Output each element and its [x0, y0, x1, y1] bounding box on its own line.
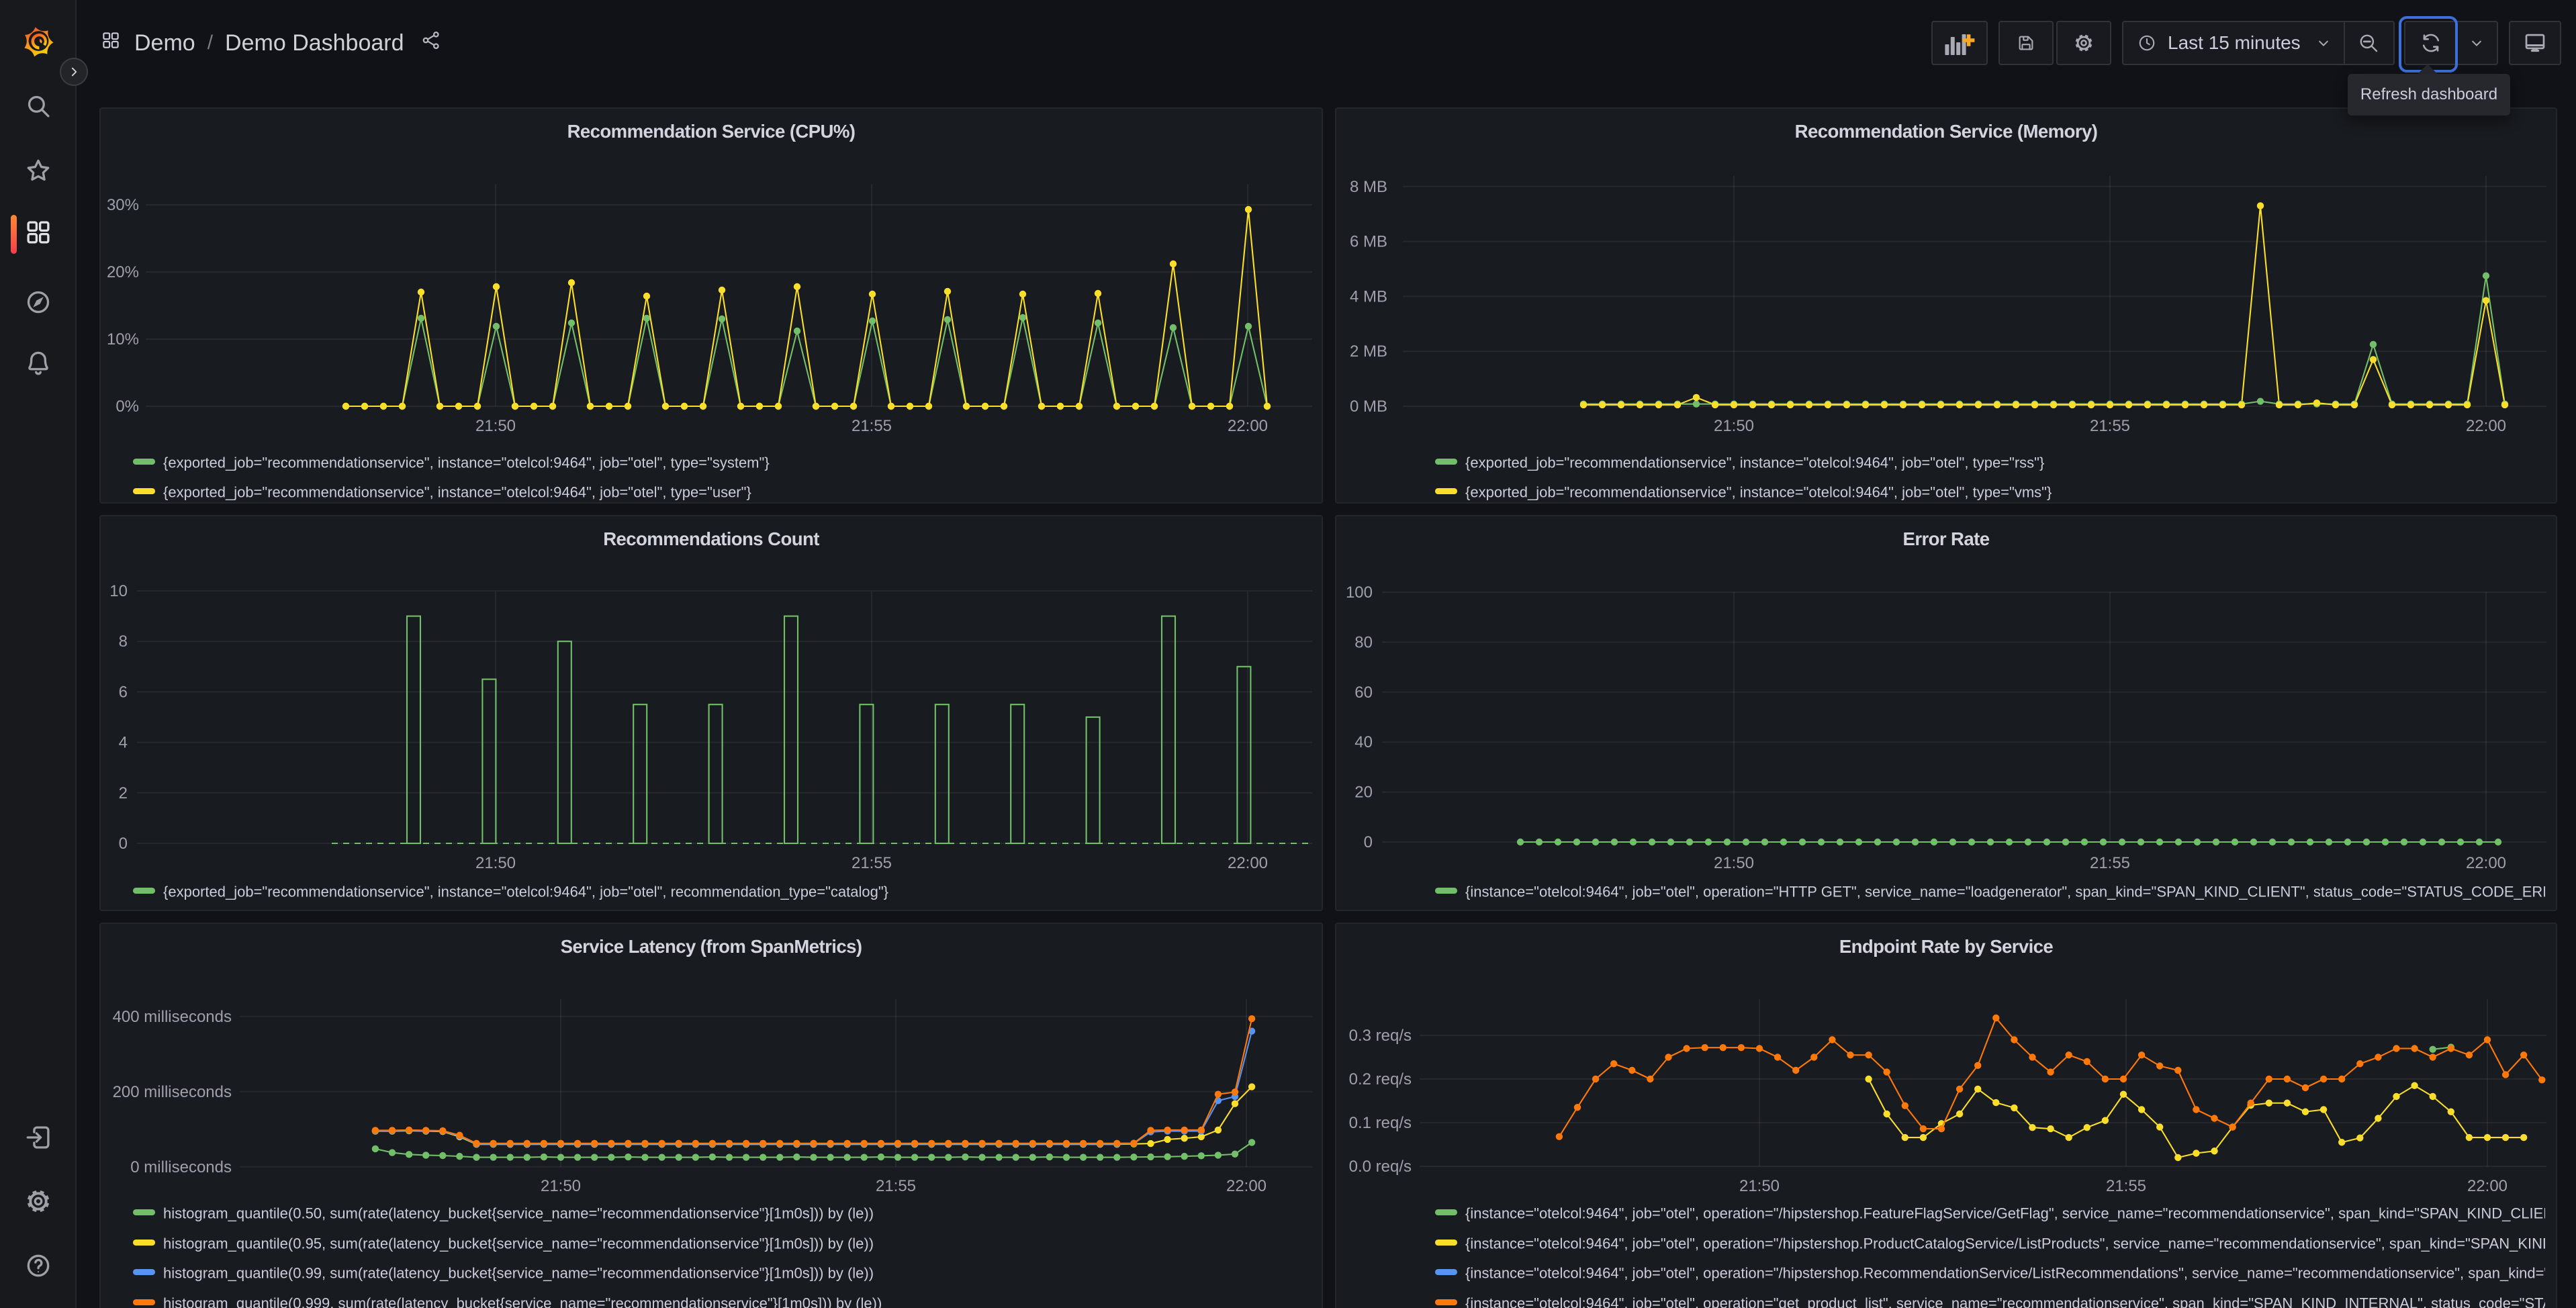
svg-text:60: 60	[1354, 684, 1373, 702]
svg-text:21:55: 21:55	[876, 1177, 916, 1195]
svg-text:21:50: 21:50	[475, 417, 516, 435]
svg-text:21:55: 21:55	[852, 854, 892, 872]
svg-text:21:55: 21:55	[2106, 1177, 2146, 1195]
svg-text:2 MB: 2 MB	[1350, 342, 1387, 361]
svg-text:21:50: 21:50	[1714, 854, 1754, 872]
svg-text:0.0 req/s: 0.0 req/s	[1349, 1158, 1412, 1176]
svg-text:21:50: 21:50	[475, 854, 516, 872]
svg-text:4: 4	[119, 734, 128, 752]
svg-text:6: 6	[119, 683, 128, 701]
svg-text:0 MB: 0 MB	[1350, 398, 1387, 416]
svg-text:22:00: 22:00	[2466, 417, 2506, 435]
svg-text:0: 0	[119, 835, 128, 853]
svg-text:30%: 30%	[107, 196, 139, 214]
svg-text:2: 2	[119, 784, 128, 802]
svg-text:6 MB: 6 MB	[1350, 233, 1387, 251]
svg-text:0.1 req/s: 0.1 req/s	[1349, 1114, 1412, 1132]
svg-text:100: 100	[1346, 583, 1373, 602]
svg-text:0: 0	[1364, 833, 1373, 851]
svg-text:0%: 0%	[116, 398, 139, 416]
svg-text:21:55: 21:55	[852, 417, 892, 435]
svg-text:21:50: 21:50	[541, 1177, 581, 1195]
svg-text:21:55: 21:55	[2090, 854, 2130, 872]
svg-text:22:00: 22:00	[2466, 854, 2506, 872]
svg-text:10: 10	[109, 582, 128, 600]
svg-text:21:50: 21:50	[1714, 417, 1754, 435]
svg-text:21:55: 21:55	[2090, 417, 2130, 435]
svg-text:400 milliseconds: 400 milliseconds	[113, 1008, 232, 1026]
svg-text:22:00: 22:00	[1228, 854, 1268, 872]
svg-text:8: 8	[119, 633, 128, 651]
svg-text:40: 40	[1354, 733, 1373, 751]
svg-text:8 MB: 8 MB	[1350, 178, 1387, 196]
svg-text:21:50: 21:50	[1739, 1177, 1780, 1195]
svg-text:0.3 req/s: 0.3 req/s	[1349, 1027, 1412, 1045]
svg-text:200 milliseconds: 200 milliseconds	[113, 1083, 232, 1101]
svg-text:4 MB: 4 MB	[1350, 287, 1387, 306]
svg-text:22:00: 22:00	[1228, 417, 1268, 435]
svg-text:0.2 req/s: 0.2 req/s	[1349, 1070, 1412, 1088]
svg-text:10%: 10%	[107, 330, 139, 348]
svg-text:22:00: 22:00	[1226, 1177, 1267, 1195]
svg-text:22:00: 22:00	[2467, 1177, 2508, 1195]
svg-text:20%: 20%	[107, 263, 139, 281]
svg-text:20: 20	[1354, 784, 1373, 802]
svg-text:0 milliseconds: 0 milliseconds	[130, 1158, 232, 1176]
svg-text:80: 80	[1354, 633, 1373, 651]
